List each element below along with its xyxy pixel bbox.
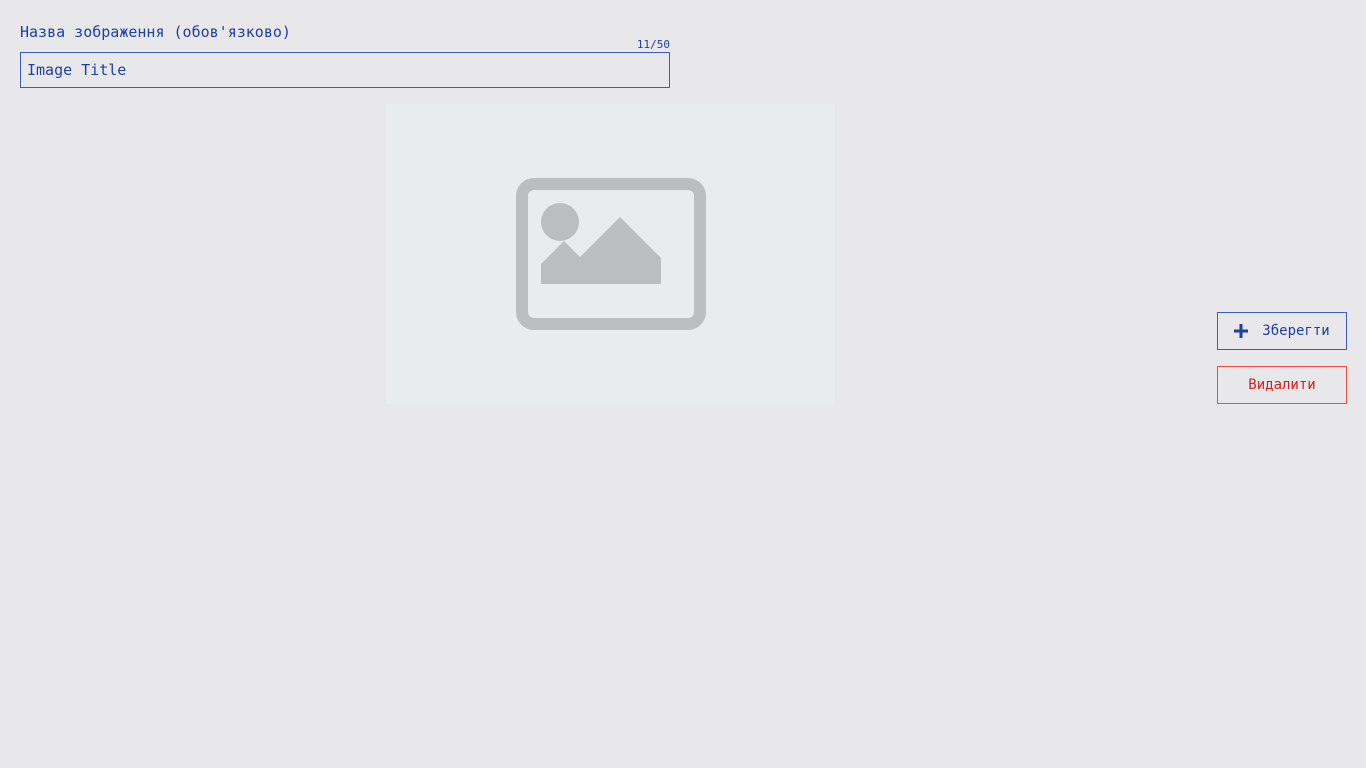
- save-button[interactable]: Зберегти: [1217, 312, 1347, 350]
- character-counter: 11/50: [636, 38, 670, 51]
- plus-icon: [1234, 324, 1249, 338]
- save-button-label: Зберегти: [1262, 323, 1330, 339]
- delete-button[interactable]: Видалити: [1217, 366, 1347, 404]
- image-title-label: Назва зображення (обов'язково): [20, 23, 291, 41]
- image-placeholder-icon: [515, 178, 706, 330]
- image-title-input[interactable]: [20, 52, 670, 88]
- image-preview[interactable]: [386, 104, 835, 404]
- delete-button-label: Видалити: [1248, 377, 1316, 393]
- image-editor-page: Назва зображення (обов'язково) 11/50 Збе…: [0, 0, 1366, 768]
